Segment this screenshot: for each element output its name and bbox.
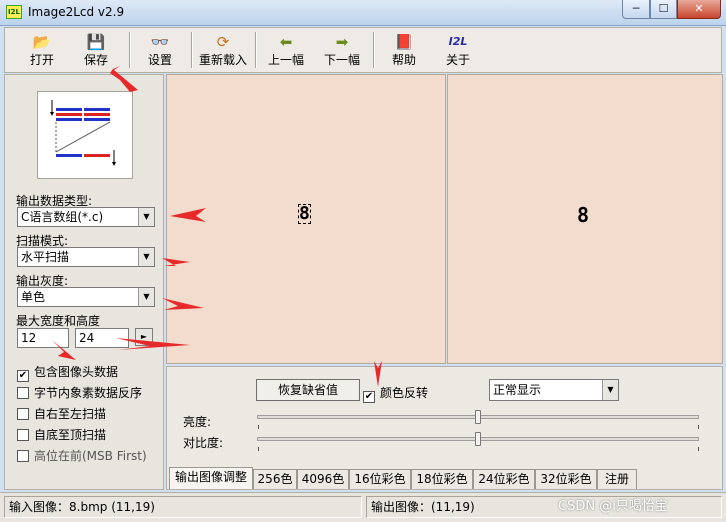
toolbar-separator — [191, 32, 193, 68]
chevron-down-icon: ▼ — [138, 248, 154, 266]
chevron-down-icon: ▼ — [602, 380, 618, 400]
tab-18bit-color[interactable]: 18位彩色 — [411, 469, 473, 489]
checkbox-icon — [17, 429, 29, 441]
window-title: Image2Lcd v2.9 — [28, 5, 125, 19]
scan-direction-icon — [50, 100, 116, 166]
input-image-status: 输入图像：8.bmp (11,19) — [4, 496, 362, 518]
tab-output-adjust[interactable]: 输出图像调整 — [169, 467, 253, 489]
input-glyph: 8 — [298, 203, 311, 224]
floppy-save-icon: 💾 — [86, 33, 106, 51]
brightness-slider-thumb[interactable] — [475, 410, 481, 424]
about-button[interactable]: I2L 关于 — [435, 30, 481, 70]
reload-icon: ⟳ — [216, 33, 230, 51]
arrow-right-icon: ➡ — [335, 33, 349, 51]
toolbar-separator — [373, 32, 375, 68]
reload-button[interactable]: ⟳ 重新载入 — [195, 30, 251, 70]
tab-4096-color[interactable]: 4096色 — [297, 469, 349, 489]
tab-register[interactable]: 注册 — [597, 469, 637, 489]
max-height-input[interactable]: 24 — [75, 328, 129, 348]
open-button[interactable]: 📂 打开 — [19, 30, 65, 70]
toolbar-separator — [255, 32, 257, 68]
slider-tick — [698, 447, 699, 451]
help-button[interactable]: 📕 帮助 — [381, 30, 427, 70]
settings-panel: 输出数据类型: C语言数组(*.c) ▼ 扫描模式: 水平扫描 ▼ 输出灰度: … — [4, 74, 164, 490]
arrow-left-icon: ⬅ — [279, 33, 293, 51]
output-image-status: 输出图像：(11,19) — [366, 496, 722, 518]
minimize-button[interactable]: ─ — [622, 0, 650, 19]
checkbox-icon — [17, 450, 29, 462]
display-mode-select[interactable]: 正常显示 ▼ — [489, 379, 619, 401]
scan-mode-select[interactable]: 水平扫描 ▼ — [17, 247, 155, 267]
close-button[interactable]: ✕ — [677, 0, 721, 19]
checkbox-icon — [17, 408, 29, 420]
settings-button[interactable]: 👓 设置 — [137, 30, 183, 70]
tab-256-color[interactable]: 256色 — [253, 469, 297, 489]
slider-tick — [258, 447, 259, 451]
invert-color-checkbox[interactable]: ✔ 颜色反转 — [363, 384, 428, 403]
toolbar: 📂 打开 💾 保存 👓 设置 ⟳ 重新载入 ⬅ 上一幅 ➡ 下一幅 📕 帮助 I… — [4, 27, 722, 73]
size-spin-button[interactable]: ► — [135, 328, 153, 346]
about-i2l-icon: I2L — [448, 35, 468, 48]
previous-image-button[interactable]: ⬅ 上一幅 — [261, 30, 311, 70]
input-image-preview: 8 — [166, 74, 446, 364]
next-image-button[interactable]: ➡ 下一幅 — [317, 30, 367, 70]
glasses-settings-icon: 👓 — [150, 33, 170, 51]
chevron-down-icon: ▼ — [138, 288, 154, 306]
title-bar: I2L Image2Lcd v2.9 ─ ☐ ✕ — [0, 0, 726, 26]
checkbox-checked-icon: ✔ — [363, 391, 375, 403]
tab-24bit-color[interactable]: 24位彩色 — [473, 469, 535, 489]
tab-32bit-color[interactable]: 32位彩色 — [535, 469, 597, 489]
option-msb-first[interactable]: 高位在前(MSB First) — [17, 449, 147, 463]
output-image-preview: 8 — [447, 74, 723, 364]
output-gray-select[interactable]: 单色 ▼ — [17, 287, 155, 307]
save-button[interactable]: 💾 保存 — [73, 30, 119, 70]
contrast-slider-thumb[interactable] — [475, 432, 481, 446]
option-right-to-left[interactable]: 自右至左扫描 — [17, 407, 106, 421]
app-icon: I2L — [6, 5, 22, 19]
checkbox-icon — [17, 387, 29, 399]
contrast-label: 对比度: — [183, 436, 224, 450]
chevron-down-icon: ▼ — [138, 208, 154, 226]
output-glyph: 8 — [577, 203, 590, 227]
option-include-header[interactable]: ✔ 包含图像头数据 — [17, 365, 118, 382]
option-bottom-to-top[interactable]: 自底至顶扫描 — [17, 428, 106, 442]
scan-mode-diagram — [37, 91, 133, 179]
brightness-label: 亮度: — [183, 415, 212, 429]
open-folder-icon: 📂 — [32, 33, 52, 51]
maximize-button[interactable]: ☐ — [650, 0, 677, 19]
option-reverse-byte[interactable]: 字节内象素数据反序 — [17, 386, 142, 400]
checkbox-checked-icon: ✔ — [17, 370, 29, 382]
output-type-select[interactable]: C语言数组(*.c) ▼ — [17, 207, 155, 227]
help-book-icon: 📕 — [394, 33, 414, 51]
watermark-text: CSDN @i只喝怡宝 — [558, 499, 668, 514]
max-size-label: 最大宽度和高度 — [16, 314, 101, 328]
restore-defaults-button[interactable]: 恢复缺省值 — [256, 379, 360, 401]
toolbar-separator — [129, 32, 131, 68]
slider-tick — [698, 425, 699, 429]
slider-tick — [258, 425, 259, 429]
max-width-input[interactable]: 12 — [17, 328, 69, 348]
image-adjust-panel: 恢复缺省值 ✔ 颜色反转 正常显示 ▼ 亮度: 对比度: 输出图像调整 256色 … — [166, 366, 723, 490]
tab-16bit-color[interactable]: 16位彩色 — [349, 469, 411, 489]
